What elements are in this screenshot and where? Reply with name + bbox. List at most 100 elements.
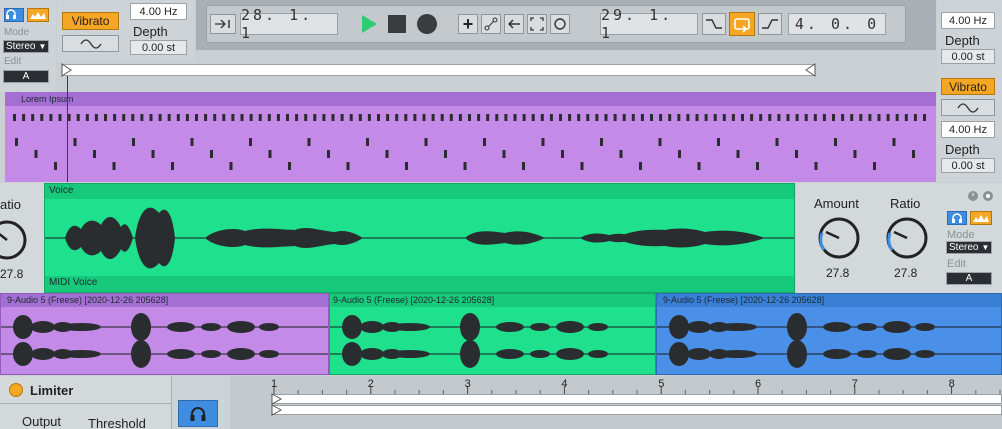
audio-clip-1-header: 9-Audio 5 (Freese) [2020-12-26 205628] [1,294,328,307]
output-label: Output [22,414,62,429]
audio-clip-2-header: 9-Audio 5 (Freese) [2020-12-26 205628] [330,294,655,307]
edit-button[interactable]: A [3,70,49,83]
sine-wave-icon [957,102,979,113]
ratio-value: 27.8 [894,266,918,280]
arrangement-ruler[interactable]: 1 2 3 4 5 6 7 8 [230,376,1002,429]
loop-length-display[interactable]: 4. 0. 0 [788,13,886,35]
punch-in-button[interactable] [702,13,726,35]
audio-clip-2[interactable]: 9-Audio 5 (Freese) [2020-12-26 205628] [329,293,656,375]
headphones-button[interactable] [4,8,24,22]
arrow-left-icon [507,19,520,29]
punch-out-button[interactable] [758,13,782,35]
lfo-shape-button-right[interactable] [941,99,995,116]
loop-region-bar-bottom[interactable] [272,394,1002,404]
loop-start-marker-icon[interactable] [61,63,73,77]
ruler-bar-label: 4 [561,378,568,390]
rate-value-right-2: 4.00 Hz [949,123,987,136]
mode-value: Stereo [6,41,36,52]
vibrato-button[interactable]: Vibrato [62,12,119,30]
record-button[interactable] [417,14,437,34]
bottom-mid-panel [172,376,230,429]
voice-waveform [45,207,794,269]
compressor-device: Amount 27.8 Ratio 27.8 Mode Stereo ▼ Edit… [796,183,1002,293]
amount-label: Amount [814,196,859,211]
ratio-label: Ratio [890,196,921,211]
mode-dropdown-right[interactable]: Stereo ▼ [946,241,992,254]
threshold-label: Threshold [88,416,146,429]
ratio-knob-left[interactable] [0,215,32,265]
circle-button[interactable] [550,14,570,34]
midi-voice-label: MIDI Voice [49,277,98,288]
loop-end-marker-icon[interactable] [804,63,816,77]
loop-icon [734,18,750,33]
lfo-shape-button[interactable] [62,35,119,52]
loop-region-bar-bottom-2[interactable] [272,405,1002,415]
play-button[interactable] [358,12,380,36]
audio-clip-1[interactable]: 9-Audio 5 (Freese) [2020-12-26 205628] [0,293,329,375]
node-link-icon [484,17,498,31]
power-icon[interactable] [967,190,979,202]
stop-button[interactable] [388,15,406,33]
waveform-mode-button[interactable] [27,8,49,22]
headphones-icon [952,213,962,223]
spectrum-button-right[interactable] [970,211,992,225]
rate-field[interactable]: 4.00 Hz [130,3,187,20]
limiter-power-button[interactable] [9,383,23,397]
loop-region-bar[interactable] [62,64,814,76]
follow-button[interactable] [210,14,236,34]
bracket-frame-icon [530,17,544,31]
headphones-button-right[interactable] [947,211,967,225]
mode-dropdown[interactable]: Stereo ▼ [3,40,49,53]
audio-clip-3[interactable]: 9-Audio 5 (Freese) [2020-12-26 205628] [656,293,1002,375]
plus-icon: + [462,13,474,34]
depth-label-right-2: Depth [945,142,980,157]
voice-clip[interactable]: Voice MIDI Voice [44,183,795,293]
depth-field-right[interactable]: 0.00 st [941,49,995,64]
spectrum-icon [973,215,989,222]
headphones-icon [6,9,16,19]
audio-clip-3-waveform [657,313,1001,368]
depth-field-right-2[interactable]: 0.00 st [941,158,995,173]
amount-knob[interactable] [814,213,864,263]
transport-bar: 28. 1. 1 + 29. 1. 1 4. 0. 0 [196,0,936,50]
loop-button[interactable] [729,12,755,36]
left-device-panel: Mode Stereo ▼ Edit A [0,0,56,92]
loop-start-marker-icon[interactable] [271,404,283,416]
back-button[interactable] [504,14,524,34]
automation-button[interactable] [481,14,501,34]
audio-clip-1-waveform [1,313,328,368]
mode-label-right: Mode [947,229,975,241]
add-button[interactable]: + [458,14,478,34]
capture-button[interactable] [527,14,547,34]
rate-value-right: 4.00 Hz [949,14,987,27]
vibrato-button-right[interactable]: Vibrato [941,78,995,95]
limiter-device: Limiter Output Threshold [0,376,172,429]
left-knob-panel: atio 27.8 [0,183,44,293]
punch-in-icon [706,19,722,29]
edit-label: Edit [4,56,22,67]
spectrum-icon [30,12,46,19]
loop-start-display[interactable]: 29. 1. 1 [600,6,698,42]
vibrato-device-left: Vibrato 4.00 Hz Depth 0.00 st [57,0,195,62]
punch-out-icon [762,19,778,29]
position-display[interactable]: 28. 1. 1 [240,6,338,42]
audio-clip-3-title: 9-Audio 5 (Freese) [2020-12-26 205628] [663,295,825,305]
edit-value: A [22,71,30,82]
audio-clip-2-waveform [330,313,655,368]
edit-button-right[interactable]: A [946,272,992,285]
audio-clip-3-header: 9-Audio 5 (Freese) [2020-12-26 205628] [657,294,1001,307]
depth-field[interactable]: 0.00 st [130,40,187,55]
ruler-bar-label: 8 [948,378,955,390]
monitor-button[interactable] [178,400,218,427]
amount-value: 27.8 [826,266,850,280]
settings-icon[interactable] [982,190,994,202]
depth-label-right: Depth [945,33,980,48]
play-icon [362,15,377,33]
chevron-down-icon: ▼ [38,42,47,51]
rate-field-right-2[interactable]: 4.00 Hz [941,121,995,138]
depth-label: Depth [133,24,168,39]
rate-field-right[interactable]: 4.00 Hz [941,12,995,29]
circle-icon [554,18,566,30]
ratio-knob[interactable] [882,213,932,263]
midi-clip[interactable]: Lorem Ipsum [5,92,936,182]
